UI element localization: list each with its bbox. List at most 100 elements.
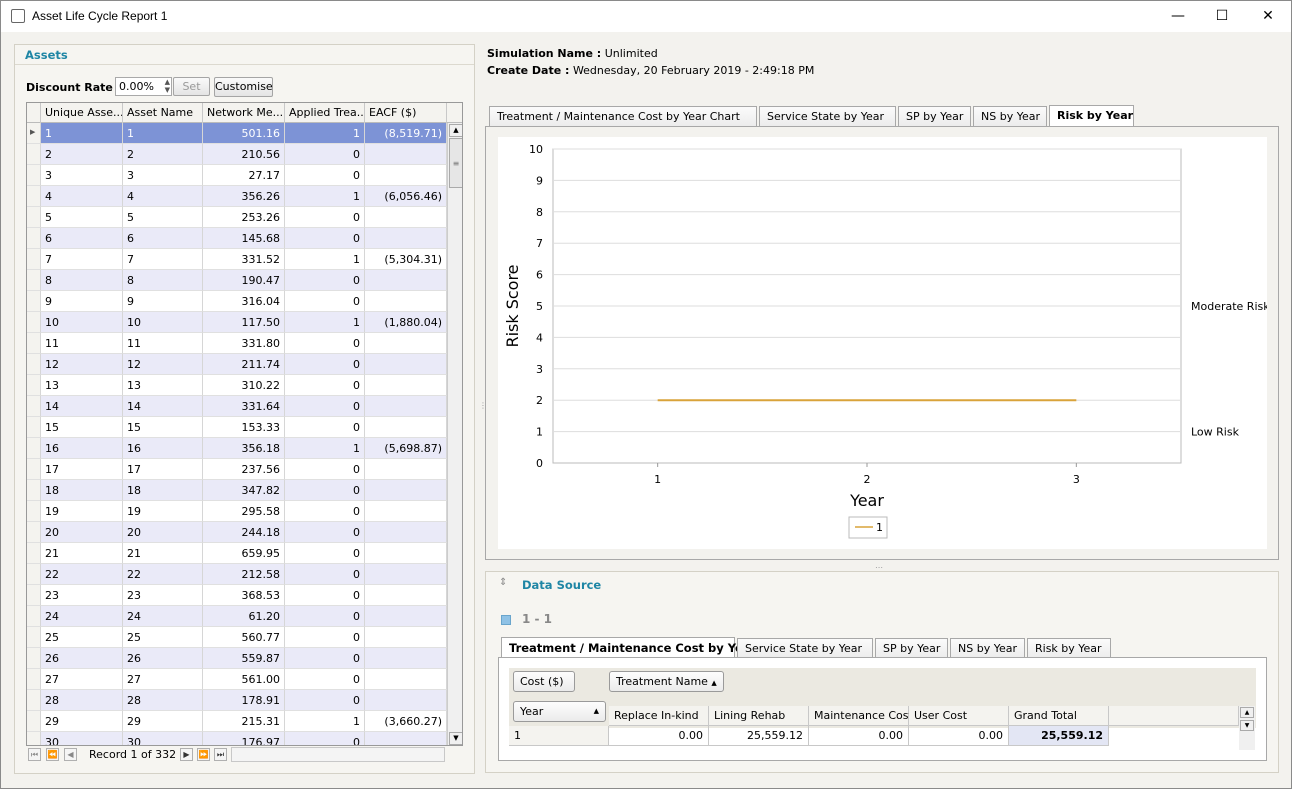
vertical-scrollbar[interactable]: ▲ ≡ ▼ [447, 123, 462, 745]
row-indicator[interactable] [27, 144, 41, 165]
row-indicator[interactable] [27, 375, 41, 396]
ds-tab-sp[interactable]: SP by Year [875, 638, 948, 658]
table-row[interactable]: 26 26 559.87 0 [27, 648, 447, 669]
ds-tab-cost[interactable]: Treatment / Maintenance Cost by Year [501, 637, 756, 659]
row-indicator[interactable] [27, 354, 41, 375]
table-row[interactable]: 4 4 356.26 1 (6,056.46) [27, 186, 447, 207]
table-row[interactable]: 19 19 295.58 0 [27, 501, 447, 522]
row-indicator[interactable] [27, 228, 41, 249]
nav-next-icon[interactable]: ▶ [180, 748, 193, 761]
close-button[interactable]: ✕ [1245, 1, 1291, 32]
col-network-measure[interactable]: Network Me... [203, 103, 285, 123]
row-indicator[interactable] [27, 690, 41, 711]
table-row[interactable]: 3 3 27.17 0 [27, 165, 447, 186]
set-button[interactable]: Set [173, 77, 210, 96]
row-indicator[interactable] [27, 606, 41, 627]
table-row[interactable]: ▶ 1 1 501.16 1 (8,519.71) [27, 123, 447, 144]
row-indicator[interactable] [27, 186, 41, 207]
table-row[interactable]: 25 25 560.77 0 [27, 627, 447, 648]
row-indicator[interactable] [27, 270, 41, 291]
table-row[interactable]: 10 10 117.50 1 (1,880.04) [27, 312, 447, 333]
ds-tab-ns[interactable]: NS by Year [950, 638, 1025, 658]
row-indicator[interactable] [27, 627, 41, 648]
col-eacf[interactable]: EACF ($) [365, 103, 447, 123]
row-indicator[interactable] [27, 732, 41, 745]
splitter-handle[interactable]: ⋮ [479, 401, 487, 415]
row-indicator[interactable] [27, 522, 41, 543]
table-row[interactable]: 21 21 659.95 0 [27, 543, 447, 564]
ds-tab-risk[interactable]: Risk by Year [1027, 638, 1111, 658]
row-indicator[interactable] [27, 648, 41, 669]
col-unique-asset[interactable]: Unique Asse... [41, 103, 123, 123]
scroll-down-icon[interactable]: ▼ [449, 732, 462, 745]
maximize-button[interactable]: ☐ [1199, 1, 1245, 32]
row-indicator[interactable] [27, 438, 41, 459]
row-indicator[interactable] [27, 396, 41, 417]
row-indicator[interactable] [27, 564, 41, 585]
table-row[interactable]: 7 7 331.52 1 (5,304.31) [27, 249, 447, 270]
discount-rate-input[interactable]: 0.00% ▲ ▼ [115, 77, 172, 96]
minimize-button[interactable]: — [1155, 1, 1201, 32]
tab-service-state[interactable]: Service State by Year [759, 106, 896, 126]
row-indicator[interactable] [27, 669, 41, 690]
table-row[interactable]: 9 9 316.04 0 [27, 291, 447, 312]
ds-tab-service-state[interactable]: Service State by Year [737, 638, 873, 658]
customise-button[interactable]: Customise [214, 77, 273, 97]
table-row[interactable]: 28 28 178.91 0 [27, 690, 447, 711]
col-applied-treatment[interactable]: Applied Trea... [285, 103, 365, 123]
row-indicator[interactable] [27, 333, 41, 354]
row-indicator[interactable] [27, 459, 41, 480]
horizontal-scrollbar[interactable] [231, 747, 445, 762]
row-indicator[interactable] [27, 312, 41, 333]
collapse-icon[interactable]: ⇕ [499, 577, 507, 588]
table-row[interactable]: 27 27 561.00 0 [27, 669, 447, 690]
row-indicator[interactable] [27, 480, 41, 501]
table-row[interactable]: 29 29 215.31 1 (3,660.27) [27, 711, 447, 732]
table-row[interactable]: 22 22 212.58 0 [27, 564, 447, 585]
row-indicator[interactable] [27, 207, 41, 228]
nav-last-icon[interactable]: ⏭ [214, 748, 227, 761]
table-row[interactable]: 24 24 61.20 0 [27, 606, 447, 627]
spin-arrows-icon[interactable]: ▲ ▼ [165, 78, 170, 94]
row-indicator[interactable] [27, 249, 41, 270]
pivot-scrollbar[interactable]: ▲ ▼ [1239, 706, 1255, 750]
col-asset-name[interactable]: Asset Name [123, 103, 203, 123]
table-row[interactable]: 13 13 310.22 0 [27, 375, 447, 396]
table-row[interactable]: 16 16 356.18 1 (5,698.87) [27, 438, 447, 459]
row-indicator[interactable] [27, 165, 41, 186]
table-row[interactable]: 20 20 244.18 0 [27, 522, 447, 543]
table-row[interactable]: 18 18 347.82 0 [27, 480, 447, 501]
year-field[interactable]: Year ▲ [513, 701, 606, 722]
tab-cost-chart[interactable]: Treatment / Maintenance Cost by Year Cha… [489, 106, 757, 126]
row-indicator[interactable] [27, 291, 41, 312]
row-indicator[interactable] [27, 711, 41, 732]
row-indicator[interactable] [27, 585, 41, 606]
table-row[interactable]: 8 8 190.47 0 [27, 270, 447, 291]
tab-sp-by-year[interactable]: SP by Year [898, 106, 971, 126]
current-row-icon[interactable]: ▶ [27, 123, 41, 144]
nav-prev-icon[interactable]: ◀ [64, 748, 77, 761]
table-row[interactable]: 15 15 153.33 0 [27, 417, 447, 438]
pivot-scroll-up-icon[interactable]: ▲ [1240, 707, 1254, 718]
row-indicator[interactable] [27, 543, 41, 564]
table-row[interactable]: 17 17 237.56 0 [27, 459, 447, 480]
nav-first-icon[interactable]: ⏮ [28, 748, 41, 761]
nav-prev-page-icon[interactable]: ⏪ [46, 748, 59, 761]
treatment-name-field[interactable]: Treatment Name ▲ [609, 671, 724, 692]
scroll-up-icon[interactable]: ▲ [449, 124, 462, 137]
table-row[interactable]: 30 30 176.97 0 [27, 732, 447, 745]
table-row[interactable]: 2 2 210.56 0 [27, 144, 447, 165]
table-row[interactable]: 14 14 331.64 0 [27, 396, 447, 417]
scroll-thumb[interactable]: ≡ [449, 138, 462, 188]
table-row[interactable]: 5 5 253.26 0 [27, 207, 447, 228]
table-row[interactable]: 12 12 211.74 0 [27, 354, 447, 375]
table-row[interactable]: 6 6 145.68 0 [27, 228, 447, 249]
cost-field[interactable]: Cost ($) [513, 671, 575, 692]
row-indicator[interactable] [27, 417, 41, 438]
nav-next-page-icon[interactable]: ⏩ [197, 748, 210, 761]
table-row[interactable]: 11 11 331.80 0 [27, 333, 447, 354]
tab-risk-by-year[interactable]: Risk by Year [1049, 105, 1134, 127]
row-indicator[interactable] [27, 501, 41, 522]
tab-ns-by-year[interactable]: NS by Year [973, 106, 1047, 126]
pivot-scroll-down-icon[interactable]: ▼ [1240, 720, 1254, 731]
